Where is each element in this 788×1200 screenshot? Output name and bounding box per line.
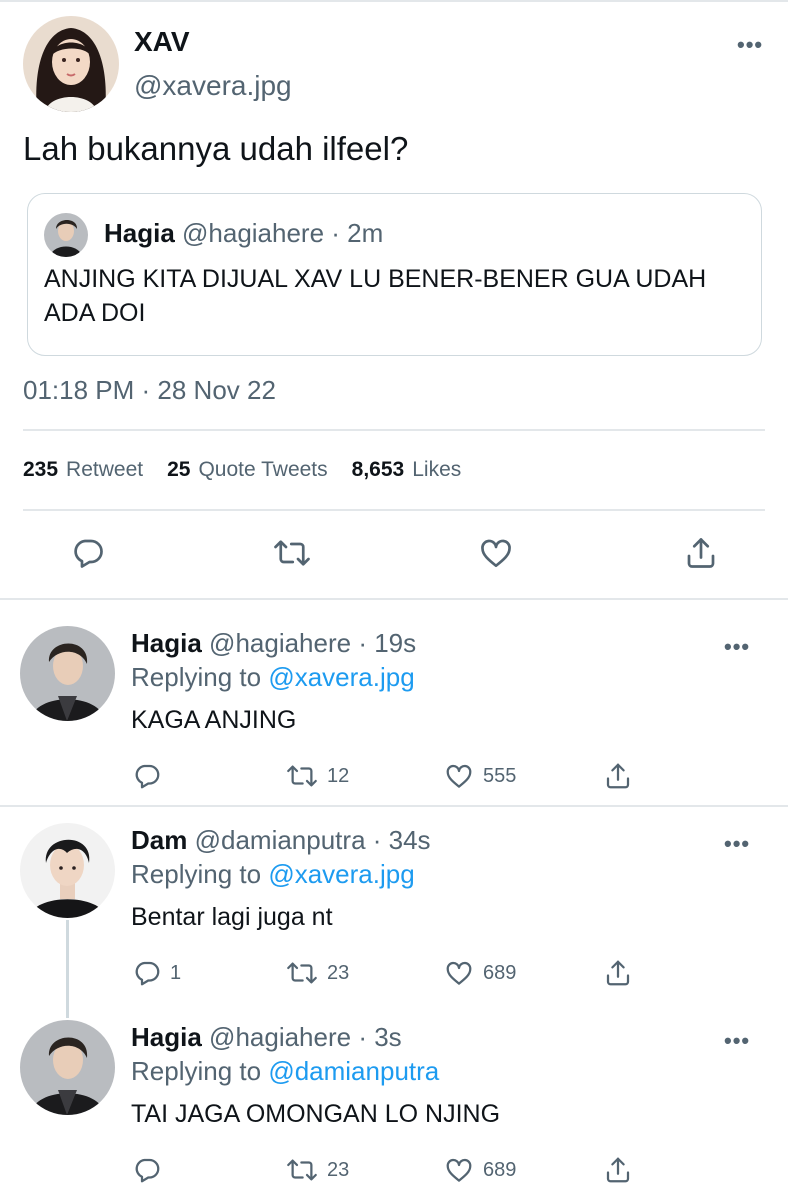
reply-author-name[interactable]: Hagia — [131, 1022, 202, 1052]
retweet-stat[interactable]: 235 Retweet — [23, 458, 143, 482]
like-button[interactable]: 555 — [443, 761, 516, 791]
like-icon — [481, 539, 511, 568]
retweet-button[interactable]: 12 — [285, 761, 349, 791]
reply-header: Hagia @hagiahere · 19s — [131, 628, 416, 659]
retweet-count: 12 — [327, 764, 350, 787]
reply-count: 1 — [170, 961, 182, 984]
reply-icon — [135, 1158, 160, 1183]
replying-to-link[interactable]: @xavera.jpg — [268, 662, 414, 692]
replying-to-link[interactable]: @xavera.jpg — [268, 859, 414, 889]
tweet-separator — [0, 598, 788, 600]
reply-header: Dam @damianputra · 34s — [131, 825, 431, 856]
reply-author-meta: @damianputra · 34s — [194, 825, 431, 855]
like-icon — [446, 961, 472, 985]
share-icon — [606, 1157, 630, 1183]
like-icon — [446, 764, 472, 788]
share-button[interactable] — [603, 1155, 633, 1185]
reply-text: Bentar lagi juga nt — [131, 903, 333, 931]
more-icon[interactable]: ••• — [724, 833, 750, 855]
thread-line — [66, 920, 69, 1018]
like-button[interactable] — [477, 535, 515, 571]
reply-text: TAI JAGA OMONGAN LO NJING — [131, 1100, 501, 1128]
divider — [23, 509, 765, 511]
author-handle[interactable]: @xavera.jpg — [134, 70, 292, 102]
top-border — [0, 0, 788, 2]
tweet-separator — [0, 805, 788, 807]
retweet-icon — [287, 765, 317, 787]
quoted-tweet-text: ANJING KITA DIJUAL XAV LU BENER-BENER GU… — [44, 265, 707, 327]
like-icon — [446, 1158, 472, 1182]
reply-author-name[interactable]: Dam — [131, 825, 187, 855]
retweet-button[interactable]: 23 — [285, 958, 349, 988]
tweet-stats: 235 Retweet 25 Quote Tweets 8,653 Likes — [23, 458, 485, 482]
more-icon[interactable]: ••• — [737, 34, 763, 56]
tweet-timestamp[interactable]: 01:18 PM · 28 Nov 22 — [23, 375, 276, 406]
more-icon[interactable]: ••• — [724, 636, 750, 658]
reply-button[interactable] — [132, 761, 170, 791]
share-button[interactable] — [603, 958, 633, 988]
share-icon — [606, 763, 630, 789]
like-button[interactable]: 689 — [443, 958, 516, 988]
replying-to: Replying to @xavera.jpg — [131, 662, 415, 692]
reply-author-name[interactable]: Hagia — [131, 628, 202, 658]
reply-icon — [74, 539, 103, 568]
reply-button[interactable]: 1 — [132, 958, 181, 988]
like-count: 689 — [483, 1158, 517, 1181]
divider — [23, 429, 765, 431]
retweet-icon — [274, 540, 310, 566]
quote-tweets-stat[interactable]: 25 Quote Tweets — [167, 458, 328, 482]
quoted-author-avatar — [44, 213, 88, 257]
more-icon[interactable]: ••• — [724, 1030, 750, 1052]
like-button[interactable]: 689 — [443, 1155, 516, 1185]
reply-text: KAGA ANJING — [131, 706, 297, 734]
quoted-author-name: Hagia — [104, 218, 175, 248]
author-name[interactable]: XAV — [134, 26, 190, 58]
quoted-tweet[interactable]: Hagia @hagiahere · 2m ANJING KITA DIJUAL… — [27, 193, 762, 356]
retweet-icon — [287, 962, 317, 984]
reply-button[interactable] — [70, 535, 106, 571]
reply-button[interactable] — [132, 1155, 170, 1185]
like-count: 689 — [483, 961, 517, 984]
replying-to-link[interactable]: @damianputra — [268, 1056, 439, 1086]
replying-to: Replying to @xavera.jpg — [131, 859, 415, 889]
reply-header: Hagia @hagiahere · 3s — [131, 1022, 402, 1053]
retweet-button[interactable]: 23 — [285, 1155, 349, 1185]
reply-author-meta: @hagiahere · 3s — [209, 1022, 402, 1052]
share-button[interactable] — [603, 761, 633, 791]
reply-avatar[interactable] — [20, 1020, 115, 1115]
reply-icon — [135, 764, 160, 789]
quoted-author-meta: @hagiahere · 2m — [182, 218, 384, 248]
retweet-icon — [287, 1159, 317, 1181]
reply-icon — [135, 961, 160, 986]
share-button[interactable] — [683, 535, 719, 571]
retweet-button[interactable] — [272, 535, 312, 571]
reply-avatar[interactable] — [20, 823, 115, 918]
share-icon — [606, 960, 630, 986]
tweet-text: Lah bukannya udah ilfeel? — [23, 130, 409, 167]
replying-to: Replying to @damianputra — [131, 1056, 440, 1086]
retweet-count: 23 — [327, 961, 350, 984]
likes-stat[interactable]: 8,653 Likes — [352, 458, 462, 482]
share-icon — [687, 538, 715, 568]
reply-author-meta: @hagiahere · 19s — [209, 628, 417, 658]
author-avatar[interactable] — [23, 16, 119, 112]
reply-avatar[interactable] — [20, 626, 115, 721]
retweet-count: 23 — [327, 1158, 350, 1181]
like-count: 555 — [483, 764, 517, 787]
